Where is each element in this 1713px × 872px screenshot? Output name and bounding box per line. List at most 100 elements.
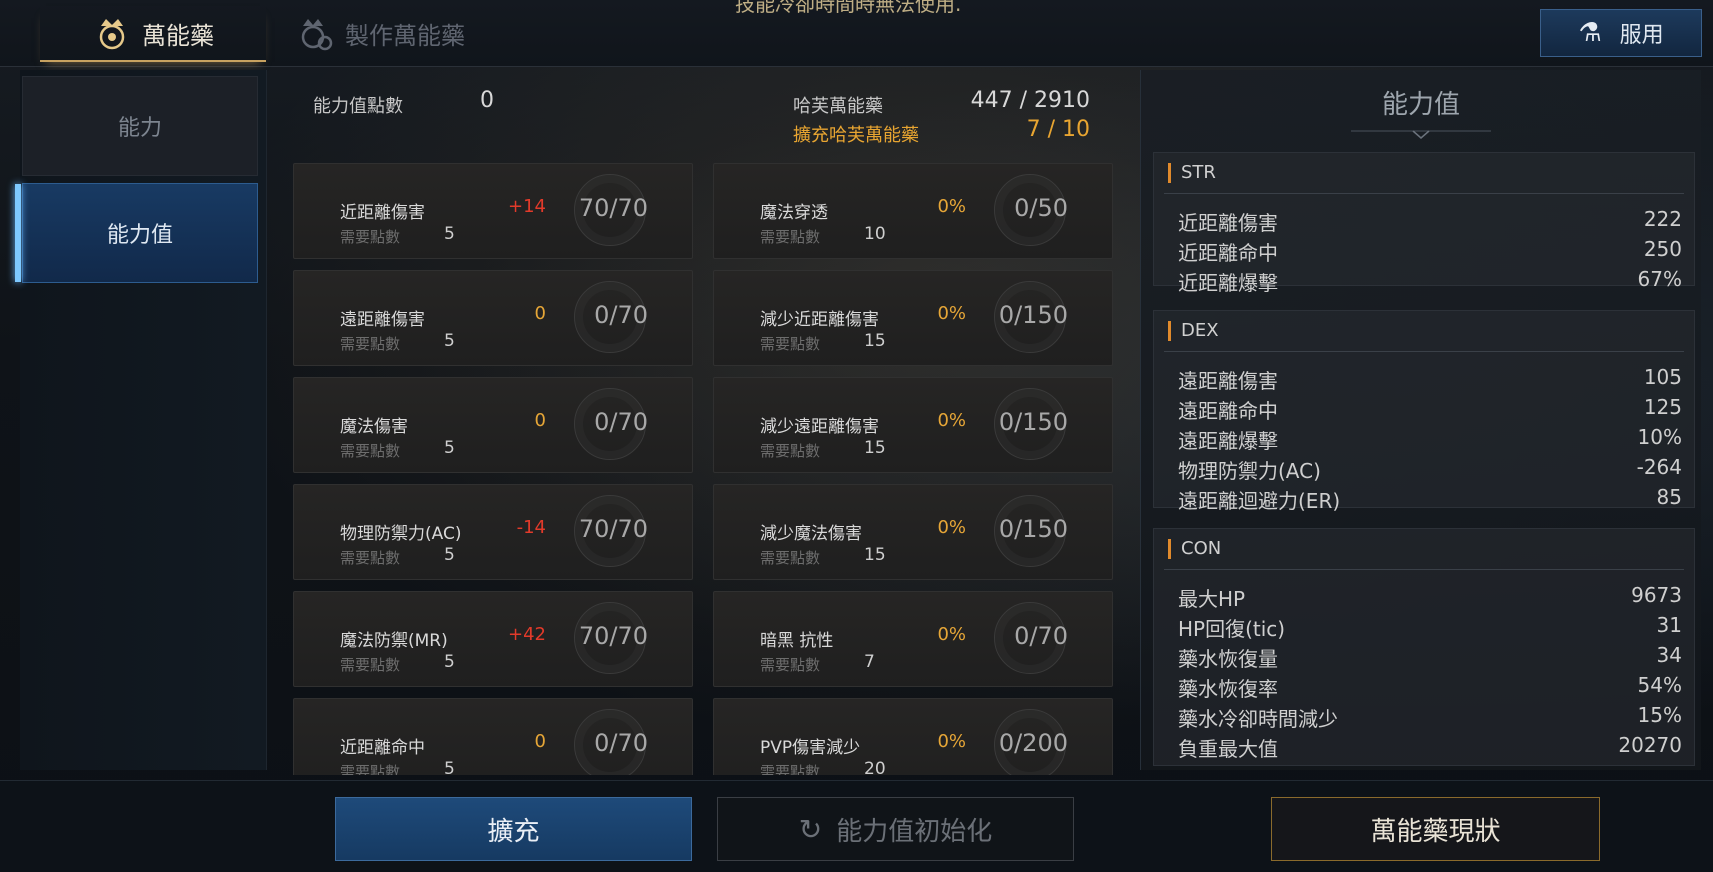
use-button[interactable]: ⚗ 服用 — [1540, 9, 1702, 57]
required-value: 5 — [444, 331, 455, 351]
required-value: 7 — [864, 652, 875, 672]
tab-elixir[interactable]: 萬能藥 — [40, 6, 266, 62]
stat-card[interactable]: 減少近距離傷害 需要點數 15 0% 0/150 — [713, 270, 1113, 366]
required-value: 20 — [864, 759, 886, 775]
stat-label: 遠距離命中 — [1178, 399, 1278, 423]
stat-card[interactable]: 魔法防禦(MR) 需要點數 5 +42 70/70 — [293, 591, 693, 687]
divider — [1164, 193, 1684, 194]
stat-row: 近距離爆擊 67% — [1178, 267, 1682, 295]
stat-row: 負重最大值 20270 — [1178, 733, 1682, 761]
stat-card[interactable]: PVP傷害減少 需要點數 20 0% 0/200 — [713, 698, 1113, 775]
stat-name: 近距離傷害 — [340, 203, 425, 223]
stat-label: 負重最大值 — [1178, 737, 1278, 761]
panel-title: 能力值 — [1381, 90, 1460, 120]
required-label: 需要點數 — [340, 335, 401, 353]
stat-level: 0/150 — [998, 515, 1068, 543]
stat-name: 減少遠距離傷害 — [760, 417, 879, 437]
expand-button[interactable]: 擴充 — [335, 797, 692, 861]
stat-value: 10% — [1637, 425, 1682, 449]
required-label: 需要點數 — [340, 763, 401, 775]
stat-label: 遠距離爆擊 — [1178, 429, 1278, 453]
stat-bonus: 0% — [937, 196, 966, 217]
stat-row: 藥水冷卻時間減少 15% — [1178, 703, 1682, 731]
sidebar-item-ability[interactable]: 能力 — [22, 76, 258, 176]
stat-card[interactable]: 減少遠距離傷害 需要點數 15 0% 0/150 — [713, 377, 1113, 473]
top-bar: 萬能藥 製作萬能藥 技能冷卻時間時無法使用. ⚗ 服用 — [0, 0, 1713, 67]
required-value: 5 — [444, 652, 455, 672]
expand-label: 擴充哈芙萬能藥 — [793, 125, 919, 146]
stat-value: 20270 — [1618, 733, 1682, 757]
tab-craft-elixir[interactable]: 製作萬能藥 — [295, 6, 465, 60]
stat-card[interactable]: 遠距離傷害 需要點數 5 0 0/70 — [293, 270, 693, 366]
elixir-status-label: 萬能藥現狀 — [1370, 816, 1501, 847]
stat-bonus: 0% — [937, 303, 966, 324]
stat-value: 222 — [1643, 207, 1682, 231]
stat-row: HP回復(tic) 31 — [1178, 613, 1682, 641]
sidebar-item-ability-values[interactable]: 能力值 — [15, 183, 258, 283]
stat-value: 15% — [1637, 703, 1682, 727]
expand-button-label: 擴充 — [487, 816, 540, 847]
crafting-gear-icon — [301, 19, 333, 51]
stat-value: 54% — [1637, 673, 1682, 697]
stat-card[interactable]: 近距離命中 需要點數 5 0 0/70 — [293, 698, 693, 775]
stat-row: 藥水恢復率 54% — [1178, 673, 1682, 701]
stat-level: 0/200 — [998, 729, 1068, 757]
expand-value: 7 / 10 — [1026, 117, 1090, 142]
required-value: 5 — [444, 438, 455, 458]
stat-bonus: 0 — [534, 731, 546, 752]
stat-label: HP回復(tic) — [1178, 617, 1286, 641]
stat-name: 魔法傷害 — [340, 417, 408, 437]
stat-name: 物理防禦力(AC) — [340, 524, 462, 544]
stat-label: 藥水恢復量 — [1178, 647, 1278, 671]
stat-level: 70/70 — [578, 515, 648, 543]
stat-card[interactable]: 近距離傷害 需要點數 5 +14 70/70 — [293, 163, 693, 259]
stat-label: 遠距離迴避力(ER) — [1178, 489, 1341, 513]
required-label: 需要點數 — [340, 442, 401, 460]
stat-label: 藥水恢復率 — [1178, 677, 1278, 701]
tab-craft-elixir-label: 製作萬能藥 — [345, 21, 465, 50]
required-value: 15 — [864, 438, 886, 458]
ability-panel: 能力值 STR 近距離傷害 222 近距離命中 250 近距離爆擊 67% DE… — [1140, 70, 1701, 770]
stat-bonus: 0% — [937, 731, 966, 752]
elixir-label: 哈芙萬能藥 — [793, 96, 883, 117]
stat-level: 0/150 — [998, 301, 1068, 329]
divider — [1164, 351, 1684, 352]
required-label: 需要點數 — [340, 656, 401, 674]
stat-value: 105 — [1643, 365, 1682, 389]
stat-name: 暗黑 抗性 — [760, 631, 834, 651]
stat-label: 最大HP — [1178, 587, 1246, 611]
divider — [1164, 569, 1684, 570]
stat-card[interactable]: 魔法傷害 需要點數 5 0 0/70 — [293, 377, 693, 473]
stat-card[interactable]: 減少魔法傷害 需要點數 15 0% 0/150 — [713, 484, 1113, 580]
stat-row: 近距離命中 250 — [1178, 237, 1682, 265]
stat-level: 70/70 — [578, 622, 648, 650]
group-title: STR — [1168, 163, 1216, 183]
stat-value: 67% — [1637, 267, 1682, 291]
points-label: 能力值點數 — [313, 96, 403, 117]
required-label: 需要點數 — [340, 228, 401, 246]
crown-potion-icon — [99, 19, 125, 50]
stat-name: 近距離命中 — [340, 738, 425, 758]
required-value: 15 — [864, 545, 886, 565]
elixir-status-button[interactable]: 萬能藥現狀 — [1271, 797, 1600, 861]
stat-card[interactable]: 物理防禦力(AC) 需要點數 5 -14 70/70 — [293, 484, 693, 580]
stat-name: PVP傷害減少 — [760, 738, 861, 758]
group-title: DEX — [1168, 321, 1219, 341]
stat-name: 魔法防禦(MR) — [340, 631, 448, 651]
stat-card[interactable]: 暗黑 抗性 需要點數 7 0% 0/70 — [713, 591, 1113, 687]
reset-stats-button[interactable]: ↻ 能力值初始化 — [717, 797, 1074, 861]
reset-stats-label: 能力值初始化 — [836, 816, 993, 847]
stat-card[interactable]: 魔法穿透 需要點數 10 0% 0/50 — [713, 163, 1113, 259]
stat-bonus: 0 — [534, 410, 546, 431]
stat-bonus: +14 — [508, 196, 546, 217]
stat-label: 近距離傷害 — [1178, 211, 1278, 235]
stat-group-str: STR 近距離傷害 222 近距離命中 250 近距離爆擊 67% — [1153, 152, 1695, 295]
stat-cards-scroll[interactable]: 近距離傷害 需要點數 5 +14 70/70 遠距離傷害 需要點數 5 0 0/… — [290, 160, 1120, 775]
tab-elixir-label: 萬能藥 — [142, 21, 214, 50]
stat-name: 減少近距離傷害 — [760, 310, 879, 330]
stat-level: 0/150 — [998, 408, 1068, 436]
stat-label: 物理防禦力(AC) — [1178, 459, 1321, 483]
required-value: 10 — [864, 224, 886, 244]
required-label: 需要點數 — [760, 442, 821, 460]
required-label: 需要點數 — [760, 763, 821, 775]
